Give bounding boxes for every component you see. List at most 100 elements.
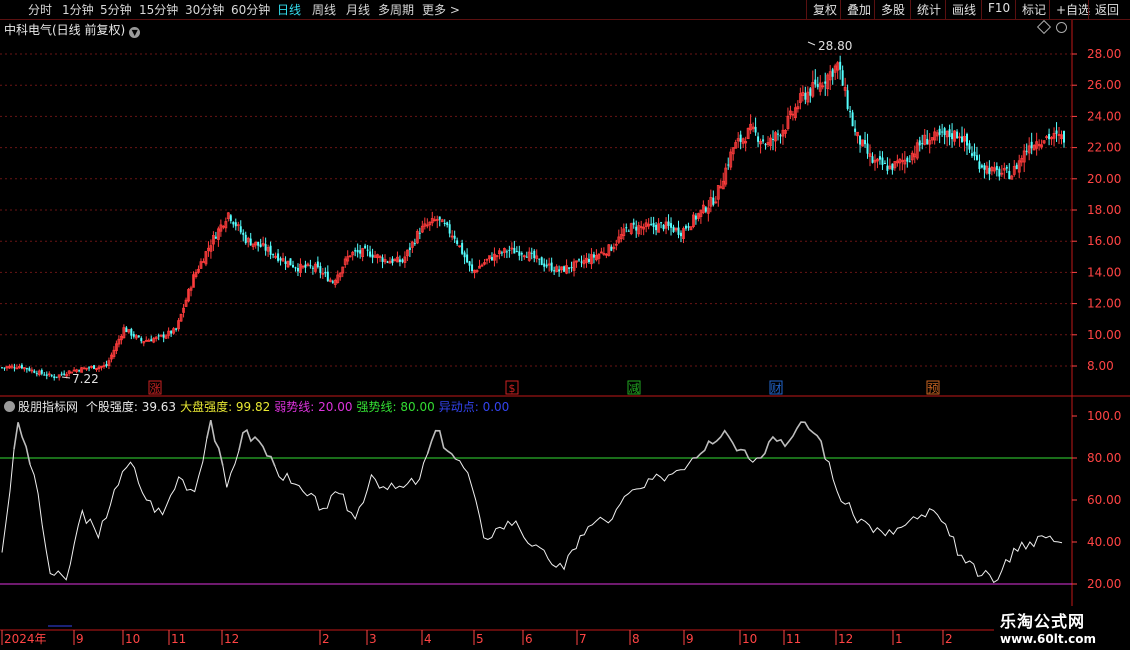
candle-body xyxy=(152,338,156,343)
candle-body xyxy=(134,335,138,339)
candle-body xyxy=(627,230,630,232)
candle-body xyxy=(125,327,128,333)
candle-body xyxy=(82,367,86,370)
candle-body xyxy=(970,153,973,156)
candle-body xyxy=(1037,143,1041,147)
period-tab-60min[interactable]: 60分钟 xyxy=(231,1,270,18)
candle-body xyxy=(251,243,255,248)
period-tab-monthly[interactable]: 月线 xyxy=(346,1,370,18)
candle-body xyxy=(63,373,66,375)
candle-body xyxy=(772,138,775,140)
candle-body xyxy=(918,140,921,146)
statistics-button[interactable]: 统计 xyxy=(910,0,947,19)
stock-strength-line xyxy=(222,450,240,488)
candle-body xyxy=(401,259,404,263)
candle-body xyxy=(8,365,11,369)
candle-body xyxy=(1010,175,1014,180)
period-tab-more[interactable]: 更多 > xyxy=(422,1,460,18)
candle-body xyxy=(324,271,327,274)
period-tab-fenshi[interactable]: 分时 xyxy=(28,1,52,18)
candle-body xyxy=(893,161,897,169)
candle-body xyxy=(1035,141,1039,149)
candle-body xyxy=(995,166,998,170)
period-tab-1min[interactable]: 1分钟 xyxy=(62,1,94,18)
circle-icon[interactable] xyxy=(1056,22,1067,33)
candle-body xyxy=(440,219,444,223)
candle-body xyxy=(341,266,345,274)
candle-body xyxy=(938,128,941,135)
candle-body xyxy=(821,85,825,88)
candle-body xyxy=(696,213,700,219)
candle-body xyxy=(396,256,399,263)
period-tab-5min[interactable]: 5分钟 xyxy=(100,1,132,18)
chevron-down-icon[interactable]: ▼ xyxy=(129,27,141,38)
candle-body xyxy=(130,328,133,336)
candle-body xyxy=(408,247,411,251)
candle-body xyxy=(856,131,859,137)
overlay-button[interactable]: 叠加 xyxy=(840,0,877,19)
diamond-icon[interactable] xyxy=(1036,19,1052,35)
mark-button[interactable]: 标记 xyxy=(1015,0,1052,19)
candle-body xyxy=(814,79,817,85)
period-tab-daily[interactable]: 日线 xyxy=(277,1,301,18)
candle-body xyxy=(886,165,889,171)
candle-body xyxy=(846,90,849,109)
candle-body xyxy=(739,134,742,142)
stock-title[interactable]: 中科电气(日线 前复权) ▼ xyxy=(4,21,141,38)
period-tab-multi[interactable]: 多周期 xyxy=(378,1,414,18)
candle-body xyxy=(80,367,83,373)
candle-body xyxy=(1008,171,1011,180)
candle-body xyxy=(435,219,439,221)
back-button[interactable]: 返回 xyxy=(1088,0,1125,19)
candle-body xyxy=(425,224,429,227)
candle-body xyxy=(547,263,551,266)
event-marker-box xyxy=(627,380,641,395)
candle-body xyxy=(446,222,449,226)
candle-body xyxy=(861,139,864,147)
candle-body xyxy=(177,320,180,330)
candle-body xyxy=(903,159,907,165)
period-tab-weekly[interactable]: 周线 xyxy=(312,1,336,18)
candle-body xyxy=(804,92,807,100)
f10-button[interactable]: F10 xyxy=(981,0,1016,19)
candle-body xyxy=(958,136,961,139)
candle-body xyxy=(712,197,715,205)
candle-body xyxy=(189,287,193,291)
candle-body xyxy=(311,267,314,269)
multi-stock-button[interactable]: 多股 xyxy=(874,0,911,19)
candle-body xyxy=(475,270,479,272)
date-axis-label: 7 xyxy=(579,632,587,646)
candle-body xyxy=(254,241,258,246)
candle-body xyxy=(361,248,365,257)
indicator-legend: 股朋指标网 个股强度: 39.63 大盘强度: 99.82 弱势线: 20.00 强势… xyxy=(4,398,509,415)
candle-body xyxy=(403,256,407,263)
candle-body xyxy=(348,255,352,258)
candle-body xyxy=(142,341,146,344)
candle-body xyxy=(595,255,598,261)
candle-body xyxy=(530,252,533,254)
low-price-label: 7.22 xyxy=(72,372,99,386)
price-axis-label: 26.00 xyxy=(1087,78,1121,92)
candle-body xyxy=(423,223,427,227)
candle-body xyxy=(373,255,377,258)
candle-body xyxy=(406,249,409,257)
fuquan-button[interactable]: 复权 xyxy=(806,0,843,19)
candle-body xyxy=(714,201,718,204)
candle-body xyxy=(963,135,966,142)
candle-body xyxy=(990,166,994,172)
candle-body xyxy=(545,264,548,267)
candle-body xyxy=(951,133,954,140)
candle-body xyxy=(182,307,185,313)
draw-line-button[interactable]: 画线 xyxy=(945,0,982,19)
candle-body xyxy=(119,335,123,341)
candle-body xyxy=(859,135,862,145)
candle-body xyxy=(864,140,867,145)
period-tab-30min[interactable]: 30分钟 xyxy=(185,1,224,18)
candle-body xyxy=(555,266,559,272)
candle-body xyxy=(585,257,588,263)
period-tab-15min[interactable]: 15分钟 xyxy=(139,1,178,18)
indicator-legend-item: 弱势线: 20.00 xyxy=(274,400,353,414)
event-marker-box xyxy=(505,380,519,395)
chevron-down-icon[interactable] xyxy=(4,401,15,412)
candle-body xyxy=(393,259,397,262)
